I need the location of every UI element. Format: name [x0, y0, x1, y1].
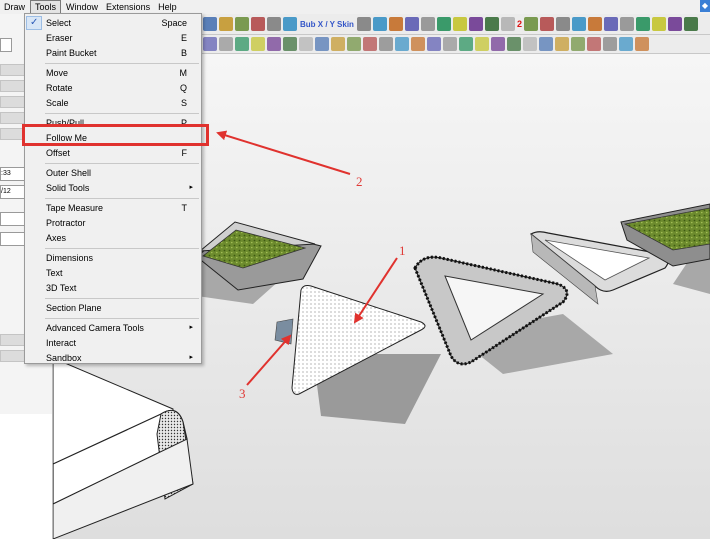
arrow-to-follow-me — [216, 130, 351, 175]
annotation-arrows — [216, 130, 398, 386]
arrow-to-profile — [353, 257, 398, 324]
annotation-label-3: 3 — [239, 386, 246, 401]
annotation-label-1: 1 — [399, 243, 406, 258]
annotation-label-2: 2 — [356, 174, 363, 189]
arrow-to-path — [246, 334, 292, 386]
